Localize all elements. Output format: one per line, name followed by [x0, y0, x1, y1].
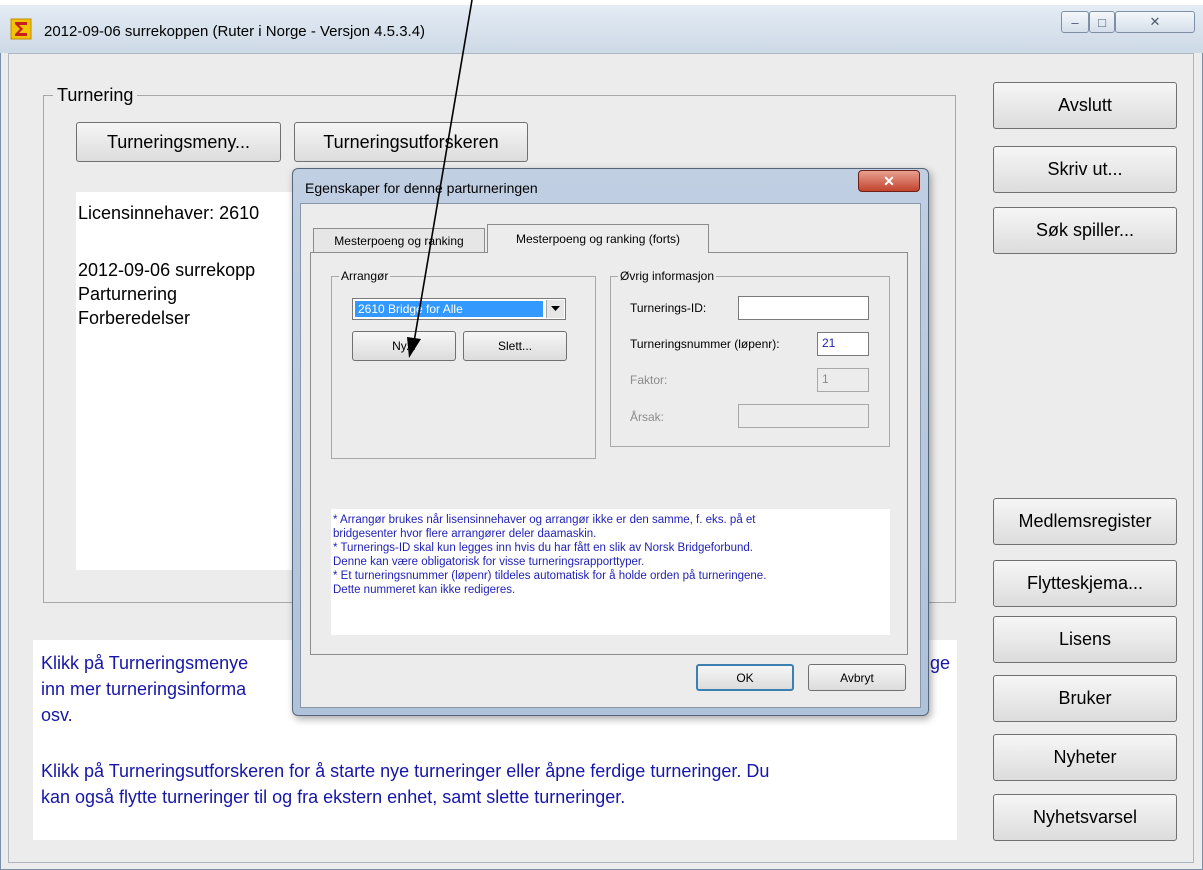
- help-line-2: inn mer turneringsinforma: [41, 679, 247, 699]
- tab-mesterpoeng-forts[interactable]: Mesterpoeng og ranking (forts): [487, 224, 709, 253]
- maximize-button[interactable]: □: [1089, 11, 1115, 33]
- news-alert-button[interactable]: Nyhetsvarsel: [993, 794, 1177, 841]
- help-line-1-end: ge: [930, 653, 951, 673]
- tab-mesterpoeng[interactable]: Mesterpoeng og ranking: [313, 228, 485, 252]
- tournament-group-legend: Turnering: [53, 85, 138, 106]
- sigma-app-icon: [10, 18, 32, 40]
- license-button[interactable]: Lisens: [993, 616, 1177, 663]
- note-line: * Et turneringsnummer (løpenr) tildeles …: [333, 570, 767, 582]
- member-register-button[interactable]: Medlemsregister: [993, 498, 1177, 545]
- help-line-3: osv.: [41, 705, 73, 725]
- tournament-id-label: Turnerings-ID:: [630, 301, 707, 315]
- tournament-number-field[interactable]: 21: [817, 332, 869, 356]
- reason-label: Årsak:: [630, 410, 665, 424]
- print-button[interactable]: Skriv ut...: [993, 146, 1177, 193]
- factor-field: 1: [817, 368, 869, 392]
- licensee-text: Licensinnehaver: 2610: [78, 203, 260, 223]
- chevron-down-icon[interactable]: [546, 300, 564, 318]
- minimize-button[interactable]: –: [1061, 11, 1089, 33]
- note-line: * Turnerings-ID skal kun legges inn hvis…: [333, 542, 753, 554]
- note-line: Dette nummeret kan ikke redigeres.: [333, 584, 516, 596]
- arranger-select[interactable]: 2610 Bridge for Alle: [352, 298, 566, 320]
- help-line-4: Klikk på Turneringsutforskeren for å sta…: [41, 761, 770, 781]
- note-line: * Arrangør brukes når lisensinnehaver og…: [333, 514, 756, 526]
- other-info-legend: Øvrig informasjon: [618, 269, 717, 283]
- note-line: bridgesenter hvor flere arrangører deler…: [333, 528, 597, 540]
- new-arranger-button[interactable]: Ny...: [352, 331, 456, 361]
- factor-label: Faktor:: [630, 373, 668, 387]
- delete-arranger-button[interactable]: Slett...: [463, 331, 567, 361]
- cancel-button[interactable]: Avbryt: [808, 664, 906, 691]
- user-button[interactable]: Bruker: [993, 675, 1177, 722]
- tournament-explorer-button[interactable]: Turneringsutforskeren: [294, 122, 528, 162]
- window-title: 2012-09-06 surrekoppen (Ruter i Norge - …: [44, 23, 426, 40]
- help-line-5: kan også flytte turneringer til og fra e…: [41, 787, 626, 807]
- tournament-status-text: Forberedelser: [78, 308, 191, 328]
- exit-button[interactable]: Avslutt: [993, 82, 1177, 129]
- tournament-type-text: Parturnering: [78, 284, 178, 304]
- arranger-legend: Arrangør: [339, 269, 391, 283]
- ok-button[interactable]: OK: [696, 664, 794, 691]
- dialog-close-button[interactable]: ✕: [858, 170, 920, 192]
- arranger-selected-value: 2610 Bridge for Alle: [355, 301, 543, 317]
- tournament-number-label: Turneringsnummer (løpenr):: [630, 337, 780, 351]
- close-window-button[interactable]: ✕: [1115, 11, 1195, 33]
- reason-field: [738, 404, 869, 428]
- dialog-title: Egenskaper for denne parturneringen: [305, 180, 538, 196]
- news-button[interactable]: Nyheter: [993, 734, 1177, 781]
- tournament-name-text: 2012-09-06 surrekopp: [78, 260, 256, 280]
- move-form-button[interactable]: Flytteskjema...: [993, 560, 1177, 607]
- search-player-button[interactable]: Søk spiller...: [993, 207, 1177, 254]
- tournament-menu-button[interactable]: Turneringsmeny...: [76, 122, 281, 162]
- note-line: Denne kan være obligatorisk for visse tu…: [333, 556, 645, 568]
- help-line-1: Klikk på Turneringsmenye: [41, 653, 249, 673]
- tournament-id-field[interactable]: [738, 296, 869, 320]
